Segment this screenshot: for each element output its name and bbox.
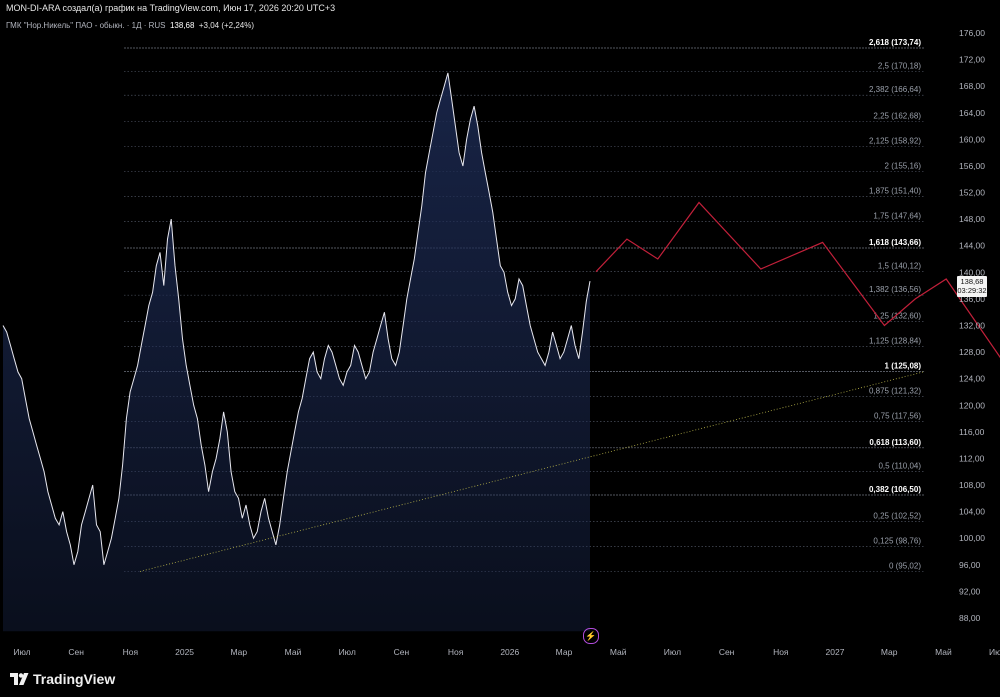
projection-path[interactable] [595,201,1000,419]
tradingview-logo-icon [10,673,29,685]
fib-level-label: 1 (125,08) [885,362,922,371]
fib-level-label: 1,125 (128,84) [869,337,921,346]
price-tick-label: 128,00 [959,347,985,357]
fib-level-label: 2,5 (170,18) [878,62,921,71]
fib-level-label: 1,382 (136,56) [869,285,921,294]
price-tick-label: 120,00 [959,400,985,410]
price-tick-label: 172,00 [959,55,985,65]
price-tick-label: 156,00 [959,161,985,171]
price-area [2,72,591,632]
price-tick-label: 116,00 [959,427,985,437]
price-tick-label: 144,00 [959,241,985,251]
price-tick-label: 88,00 [959,613,981,623]
fib-level-label: 0,382 (106,50) [869,485,921,494]
price-tick-label: 160,00 [959,134,985,144]
price-area-fill [3,72,590,632]
price-tick-label: 96,00 [959,560,981,570]
fib-level-label: 1,25 (132,60) [873,312,921,321]
price-tick-label: 100,00 [959,533,985,543]
time-tick-label: Сен [719,647,735,657]
time-tick-label: Сен [68,647,84,657]
time-tick-label: Июл [339,647,356,657]
time-tick-label: Май [285,647,302,657]
price-tick-label: 92,00 [959,586,981,596]
fib-level-label: 2,382 (166,64) [869,85,921,94]
fib-level-label: 2,618 (173,74) [869,38,921,47]
time-tick-label: Июл [989,647,1000,657]
fib-level-label: 1,875 (151,40) [869,187,921,196]
price-tick-label: 148,00 [959,214,985,224]
price-change: +3,04 (+2,24%) [198,21,255,30]
time-tick-label: Ноя [123,647,139,657]
price-tick-label: 168,00 [959,81,985,91]
fib-level-label: 0,5 (110,04) [878,461,921,470]
fib-level-label: 0,618 (113,60) [869,438,921,447]
time-tick-label: 2026 [500,647,519,657]
time-tick-label: Ноя [773,647,789,657]
time-tick-label: Мар [881,647,898,657]
fib-level-label: 0 (95,02) [889,561,921,570]
time-tick-label: 2027 [826,647,845,657]
fib-level-label: 1,618 (143,66) [869,238,921,247]
last-price-value: 138,68 [960,277,984,286]
time-tick-label: Мар [556,647,573,657]
time-tick-label: Мар [230,647,247,657]
fib-level-label: 0,25 (102,52) [873,511,921,520]
fib-level-label: 1,75 (147,64) [873,212,921,221]
time-tick-label: Ноя [448,647,464,657]
price-tick-label: 152,00 [959,188,985,198]
projection-line[interactable] [595,201,1000,419]
price-tick-label: 132,00 [959,321,985,331]
fib-level-label: 2,125 (158,92) [869,137,921,146]
branding-bar [0,667,1000,697]
fib-level-label: 2 (155,16) [885,162,922,171]
tradingview-logo-text: TradingView [33,671,116,687]
price-tick-label: 176,00 [959,28,985,38]
price-axis[interactable]: 176,00 172,00 168,00 164,00 160,00 156,00 152,… [959,28,985,623]
price-tick-label: 124,00 [959,374,985,384]
price-tick-label: 108,00 [959,480,985,490]
time-tick-label: Май [935,647,952,657]
time-tick-label: Июл [13,647,30,657]
fib-level-label: 2,25 (162,68) [873,112,921,121]
lightning-icon[interactable]: ⚡ [583,628,599,644]
last-price: 138,68 [169,21,195,30]
time-axis[interactable]: Июл Сен Ноя 2025 Мар Май Июл Сен Ноя 2026 Мар Май Ию… [13,647,1000,657]
time-tick-label: Июл [664,647,681,657]
symbol-legend[interactable]: ГМК "Нор.Никель" ПАО - обыкн. · 1Д · RUS… [6,21,254,30]
time-tick-label: 2025 [175,647,194,657]
fib-level-label: 0,875 (121,32) [869,386,921,395]
time-tick-label: Май [610,647,627,657]
bar-countdown: 03:29:32 [957,286,987,295]
time-tick-label: Сен [394,647,410,657]
last-price-label: 138,68 03:29:32 [957,276,987,297]
price-tick-label: 164,00 [959,108,985,118]
fib-level-label: 1,5 (140,12) [878,262,921,271]
symbol-name: ГМК "Нор.Никель" ПАО - обыкн. · 1Д · RUS [6,21,166,30]
fib-level-label: 0,125 (98,76) [873,536,921,545]
price-chart[interactable]: 2,618 (173,74) 2,5 (170,18) 2,382 (166,64)… [0,0,1000,697]
price-tick-label: 112,00 [959,453,985,463]
price-tick-label: 104,00 [959,507,985,517]
fib-level-label: 0,75 (117,56) [874,411,921,420]
